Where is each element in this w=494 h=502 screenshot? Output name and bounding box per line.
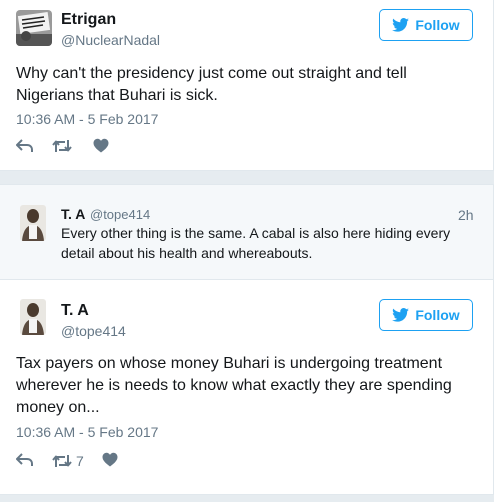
like-button[interactable] [102,452,118,467]
avatar[interactable] [20,299,46,335]
reply-button[interactable] [16,453,33,467]
author-handle[interactable]: @tope414 [61,323,126,339]
avatar[interactable] [16,10,52,46]
reply-icon [16,139,33,152]
author-name[interactable]: T. A [61,302,89,320]
twitter-bird-icon [392,18,410,32]
avatar[interactable] [20,205,46,241]
twitter-bird-icon [392,308,410,322]
quoted-author-name[interactable]: T. A [61,206,85,222]
reply-button[interactable] [16,139,33,153]
retweet-icon [52,140,72,152]
reply-icon [16,453,33,466]
like-icon [102,452,118,467]
retweet-button[interactable]: 7 [52,453,84,469]
next-card-edge [0,494,494,502]
tweet-text: Tax payers on whose money Buhari is unde… [16,355,452,416]
follow-label: Follow [415,17,460,33]
follow-button[interactable]: Follow [379,9,473,41]
author-handle[interactable]: @NuclearNadal [61,32,160,48]
retweet-icon [52,455,72,467]
tweet-timestamp[interactable]: 10:36 AM - 5 Feb 2017 [16,111,158,127]
tweet-timestamp[interactable]: 10:36 AM - 5 Feb 2017 [16,424,158,440]
tweet-card-etrigan: Etrigan @NuclearNadal Follow Why can't t… [0,0,494,171]
like-button[interactable] [93,138,109,153]
in-reply-to-tweet[interactable]: T. A @tope414 2h Every other thing is th… [0,185,493,280]
quoted-text: Every other thing is the same. A cabal i… [61,225,451,261]
quoted-time[interactable]: 2h [458,207,474,223]
quoted-author-handle[interactable]: @tope414 [90,207,150,222]
tweet-card-ta: T. A @tope414 2h Every other thing is th… [0,184,494,502]
retweet-count: 7 [76,453,84,469]
author-name[interactable]: Etrigan [61,11,116,29]
like-icon [93,138,109,153]
follow-button[interactable]: Follow [379,299,473,331]
tweet-text: Why can't the presidency just come out s… [16,65,407,104]
retweet-button[interactable] [52,139,72,153]
follow-label: Follow [415,307,460,323]
